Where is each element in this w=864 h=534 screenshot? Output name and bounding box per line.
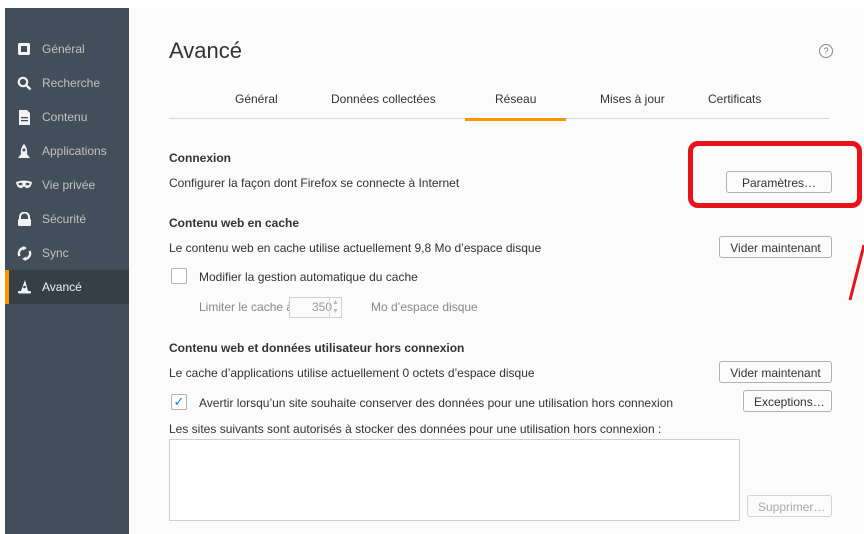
sidebar-item-search[interactable]: Recherche	[5, 66, 129, 100]
connection-description: Configurer la façon dont Firefox se conn…	[169, 176, 460, 190]
tab-network[interactable]: Réseau	[464, 92, 568, 121]
sidebar-item-label: Sécurité	[42, 212, 87, 226]
mask-icon	[16, 177, 32, 193]
page-title: Avancé	[169, 38, 242, 63]
cache-limit-prefix: Limiter le cache à	[199, 300, 294, 314]
cache-limit-input[interactable]: 350 ▲ ▼	[289, 297, 342, 318]
tab-data-choices[interactable]: Données collectées	[331, 92, 436, 106]
cache-limit-suffix: Mo d’espace disque	[371, 300, 478, 314]
tab-bar: Général Données collectées Réseau Mises …	[169, 80, 829, 121]
tab-general[interactable]: Général	[235, 92, 278, 106]
sidebar-item-label: Avancé	[42, 280, 82, 294]
exceptions-button[interactable]: Exceptions…	[743, 390, 832, 412]
search-icon	[16, 75, 32, 91]
sidebar-item-label: Recherche	[42, 76, 101, 90]
cache-override-label: Modifier la gestion automatique du cache	[199, 270, 418, 284]
wizard-hat-icon	[16, 279, 32, 295]
sidebar-item-label: Vie privée	[42, 178, 96, 192]
help-icon[interactable]: ?	[819, 44, 833, 58]
highlight-box	[688, 141, 862, 208]
sidebar-item-content[interactable]: Contenu	[5, 100, 129, 134]
sidebar-item-label: Général	[42, 42, 85, 56]
sidebar-item-applications[interactable]: Applications	[5, 134, 129, 168]
sidebar-item-sync[interactable]: Sync	[5, 236, 129, 270]
sidebar-item-label: Sync	[42, 246, 69, 260]
offline-description: Le cache d’applications utilise actuelle…	[169, 366, 535, 380]
tab-certificates[interactable]: Certificats	[708, 92, 761, 106]
rocket-icon	[16, 143, 32, 159]
spinner-arrows-icon[interactable]: ▲ ▼	[329, 298, 341, 317]
sidebar: Général Recherche Contenu Applications V…	[5, 8, 129, 534]
cache-heading: Contenu web en cache	[169, 216, 300, 230]
sidebar-item-privacy[interactable]: Vie privée	[5, 168, 129, 202]
tab-updates[interactable]: Mises à jour	[600, 92, 665, 106]
main-panel: Avancé ? Général Données collectées Rése…	[129, 8, 864, 534]
sidebar-item-label: Applications	[42, 144, 107, 158]
offline-sites-list[interactable]	[169, 439, 740, 521]
document-icon	[16, 109, 32, 125]
sidebar-item-advanced[interactable]: Avancé	[5, 270, 129, 304]
sync-icon	[16, 245, 32, 261]
general-icon	[16, 41, 32, 57]
offline-list-label: Les sites suivants sont autorisés à stoc…	[169, 422, 662, 436]
sidebar-item-security[interactable]: Sécurité	[5, 202, 129, 236]
cache-description: Le contenu web en cache utilise actuelle…	[169, 241, 542, 255]
cache-clear-button[interactable]: Vider maintenant	[719, 236, 832, 258]
remove-button[interactable]: Supprimer…	[747, 495, 832, 517]
cache-override-checkbox[interactable]	[171, 268, 187, 284]
lock-icon	[16, 211, 32, 227]
offline-clear-button[interactable]: Vider maintenant	[719, 361, 832, 383]
sidebar-item-label: Contenu	[42, 110, 88, 124]
offline-warn-label: Avertir lorsqu’un site souhaite conserve…	[199, 396, 674, 410]
connection-heading: Connexion	[169, 151, 231, 165]
sidebar-item-general[interactable]: Général	[5, 32, 129, 66]
offline-heading: Contenu web et données utilisateur hors …	[169, 341, 465, 355]
offline-warn-checkbox[interactable]: ✓	[171, 394, 187, 410]
